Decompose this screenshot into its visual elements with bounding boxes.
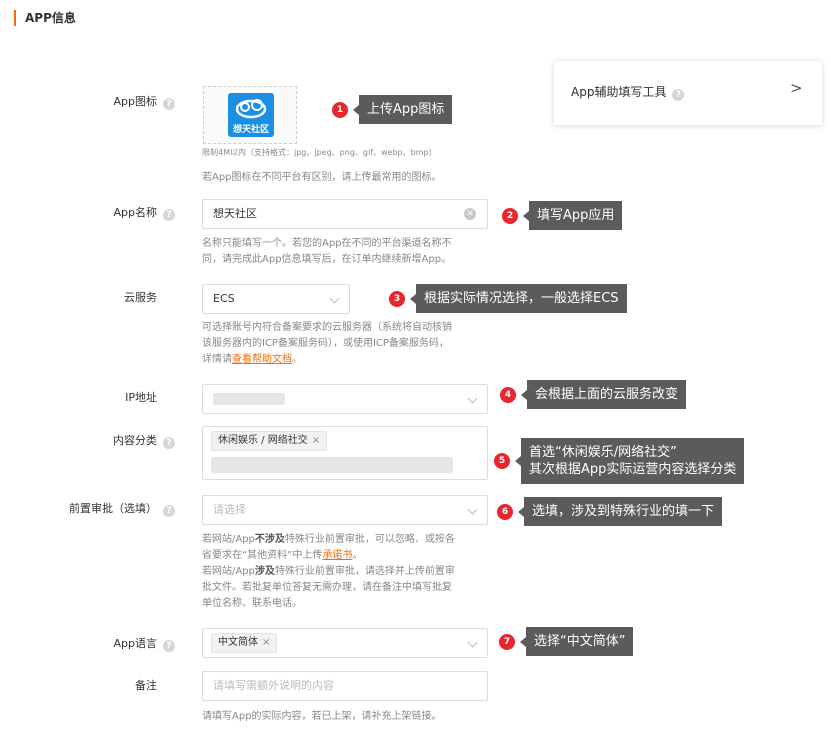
chevron-down-icon (329, 293, 340, 304)
help-icon[interactable]: ? (163, 505, 175, 517)
section-title: APP信息 (14, 10, 76, 26)
icon-upload-box[interactable]: 想天社区 (203, 86, 297, 144)
clear-icon[interactable]: ✕ (464, 208, 476, 220)
blurred-ip-value (213, 393, 285, 405)
category-select[interactable]: 休闲娱乐 / 网络社交 × (202, 426, 488, 480)
cloud-hint-3: 详情请查看帮助文档。 (202, 354, 302, 365)
annotation-4: 4 会根据上面的云服务改变 (500, 380, 687, 409)
preapproval-hint-3: 若网站/App涉及特殊行业前置审批，请选择并上传前置审 (202, 566, 455, 577)
language-select[interactable]: 中文简体 × (202, 628, 488, 658)
preapproval-hint-2: 省要求在“其他资料”中上传承诺书。 (202, 550, 363, 561)
ip-field-label: IP地址 (125, 391, 157, 404)
preapproval-hint-4: 批文件。若批复单位答复无需办理，请在备注中填写批复 (202, 582, 452, 593)
cloud-field-label: 云服务 (124, 291, 157, 304)
help-icon[interactable]: ? (163, 640, 175, 652)
remark-field-label: 备注 (135, 679, 157, 692)
icon-limit-hint: 限制4M以内（支持格式：jpg、jpeg、png、gif、webp、bmp） (202, 148, 437, 157)
name-field-label: App名称? (25, 205, 175, 221)
cloud-hint-1: 可选择账号内符合备案要求的云服务器（系统将自动核销 (202, 322, 452, 333)
help-icon[interactable]: ? (672, 89, 685, 101)
chevron-down-icon (467, 393, 478, 404)
annotation-5: 5 首选“休闲娱乐/网络社交” 其次根据App实际运营内容选择分类 (494, 438, 745, 484)
cloud-logo-icon (235, 99, 267, 119)
icon-field-label: App图标? (25, 94, 175, 110)
preapproval-hint-5: 单位名称、联系电话。 (202, 598, 302, 609)
help-icon[interactable]: ? (163, 209, 175, 221)
app-logo: 想天社区 (228, 93, 274, 137)
chevron-right-icon[interactable]: > (790, 79, 803, 97)
category-tag: 休闲娱乐 / 网络社交 × (211, 431, 328, 451)
annotation-3: 3 根据实际情况选择，一般选择ECS (389, 284, 627, 313)
name-hint-2: 同，请完成此App信息填写后，在订单内继续新增App。 (202, 254, 452, 265)
category-field-label: 内容分类? (25, 433, 175, 449)
commitment-letter-link[interactable]: 承诺书 (322, 550, 352, 561)
help-icon[interactable]: ? (163, 437, 175, 449)
language-field-label: App语言? (25, 636, 175, 652)
cloud-service-select[interactable]: ECS (202, 284, 350, 314)
annotation-6: 6 选填，涉及到特殊行业的填一下 (497, 497, 723, 526)
tag-close-icon[interactable]: × (262, 637, 270, 648)
help-doc-link[interactable]: 查看帮助文档 (232, 354, 292, 365)
language-tag: 中文简体 × (211, 633, 278, 653)
remark-hint: 请填写App的实际内容，若已上架，请补充上架链接。 (202, 711, 442, 722)
cloud-hint-2: 该服务器内的ICP备案服务码），或使用ICP备案服务码， (202, 338, 449, 349)
preapproval-hint-1: 若网站/App不涉及特殊行业前置审批，可以忽略、或按各 (202, 534, 455, 545)
icon-hint: 若App图标在不同平台有区别，请上传最常用的图标。 (202, 172, 442, 183)
chevron-down-icon (467, 504, 478, 515)
annotation-2: 2 填写App应用 (502, 201, 623, 230)
remark-input[interactable]: 请填写需额外说明的内容 (202, 671, 488, 701)
ip-address-select[interactable] (202, 384, 488, 414)
blurred-tag (211, 457, 453, 473)
helper-tool-label: App辅助填写工具? (571, 83, 685, 101)
logo-text: 想天社区 (232, 125, 269, 135)
annotation-1: 1 上传App图标 (332, 95, 453, 124)
annotation-7: 7 选择“中文简体” (499, 627, 634, 656)
tag-close-icon[interactable]: × (312, 435, 320, 446)
helper-tool-card[interactable]: App辅助填写工具? > (554, 61, 822, 125)
name-hint-1: 名称只能填写一个。若您的App在不同的平台渠道名称不 (202, 238, 452, 249)
chevron-down-icon (467, 637, 478, 648)
preapproval-field-label: 前置审批（选填）? (25, 501, 175, 517)
help-icon[interactable]: ? (163, 98, 175, 110)
preapproval-select[interactable]: 请选择 (202, 495, 488, 525)
app-name-input[interactable]: 想天社区 ✕ (202, 199, 488, 229)
